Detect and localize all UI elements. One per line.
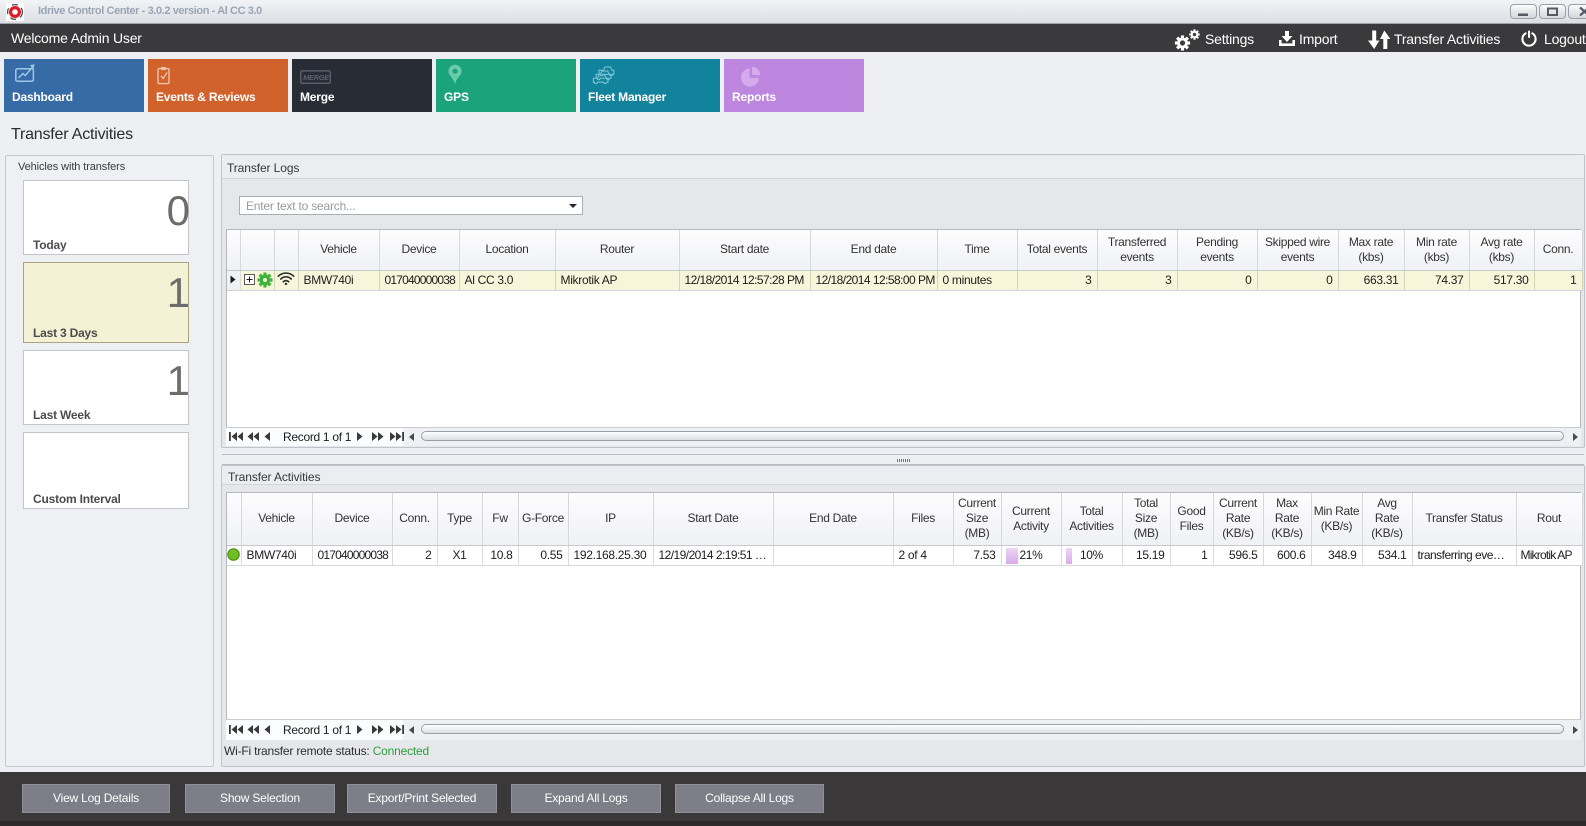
svg-text:MERGE: MERGE: [303, 73, 330, 82]
